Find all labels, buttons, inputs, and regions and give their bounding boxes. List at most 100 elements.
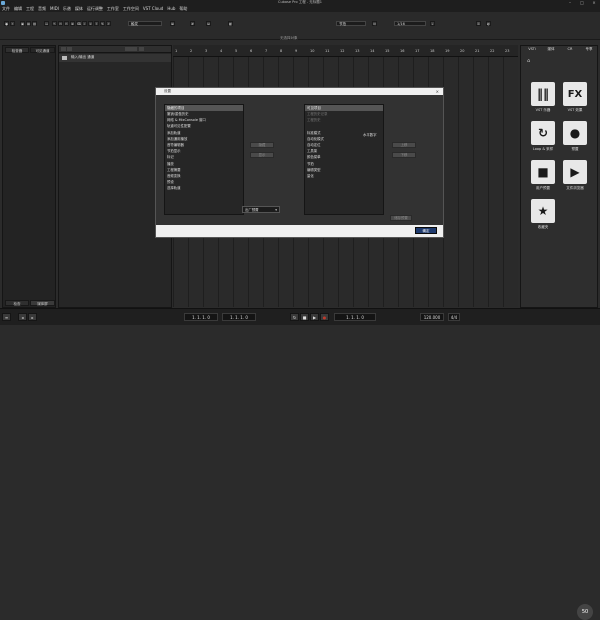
toggle-inspector-icon[interactable]: ▣ <box>20 21 25 26</box>
quantize-icon[interactable]: Q <box>372 21 377 26</box>
quantize-select[interactable]: 1/16 <box>394 21 426 26</box>
menu-item[interactable]: 媒体 <box>75 6 83 12</box>
menu-item[interactable]: VST Cloud <box>143 6 163 11</box>
show-button[interactable]: 隐藏 <box>250 142 274 148</box>
preset-icon[interactable]: ● <box>563 121 587 145</box>
track-filter-icon[interactable] <box>67 47 72 51</box>
visible-items-list[interactable]: 可见项目 工程历史记录 工程历史 标准模式 自动化模式 自动定位 工具架 颜色菜单 节拍 编辑类… <box>304 104 384 215</box>
save-preset-button[interactable]: 储存预置 <box>390 215 412 221</box>
mode-select[interactable]: 触发 <box>128 21 162 26</box>
tempo-display[interactable]: 120.000 <box>420 313 444 321</box>
star-icon[interactable]: ★ <box>531 199 555 223</box>
ok-button[interactable]: 确定 <box>415 227 437 234</box>
hidden-items-list[interactable]: 隐藏的项目 撤销/重做历史 网络 & MixConsole 窗口 轨道可见性配置 添加… <box>164 104 244 215</box>
menu-item[interactable]: 工程 <box>26 6 34 12</box>
glue-tool-icon[interactable]: ⊕ <box>70 21 75 26</box>
menu-item[interactable]: 乐谱 <box>63 6 71 12</box>
stop-icon[interactable]: ■ <box>300 313 309 321</box>
play-icon[interactable]: ▶ <box>310 313 319 321</box>
grid-line <box>473 57 474 307</box>
erase-tool-icon[interactable]: ⌫ <box>76 21 81 26</box>
menu-item[interactable]: 文件 <box>2 6 10 12</box>
preset-select[interactable]: 出厂预置 ▾ <box>242 206 280 213</box>
position-display[interactable]: 1. 1. 1. 0 <box>334 313 376 321</box>
ruler-mark: 22 <box>490 49 495 53</box>
menu-item[interactable]: 运行调整 <box>87 6 103 12</box>
select-tool-icon[interactable]: ↖ <box>52 21 57 26</box>
signature-display[interactable]: 4/4 <box>448 313 460 321</box>
tab-inspector[interactable]: 检查器 <box>5 47 29 53</box>
snap-icon[interactable]: ⊞ <box>170 21 175 26</box>
menu-item[interactable]: MIDI <box>50 6 59 11</box>
home-icon[interactable]: ⌂ <box>527 58 530 64</box>
move-down-button[interactable]: 下移 <box>392 152 416 158</box>
toggle-right-zone-icon[interactable]: ▥ <box>32 21 37 26</box>
split-tool-icon[interactable]: ✂ <box>64 21 69 26</box>
ruler-mark: 5 <box>235 49 238 53</box>
tab-bottom-left[interactable]: 检查 <box>5 300 29 306</box>
color-icon[interactable]: ◧ <box>228 21 233 26</box>
range-tool-icon[interactable]: ▭ <box>58 21 63 26</box>
cycle-icon[interactable]: ↻ <box>290 313 299 321</box>
media-item-label: VST 乐器 <box>535 108 551 112</box>
metronome-icon[interactable]: ♩ <box>430 21 435 26</box>
move-up-button[interactable]: 上移 <box>392 142 416 148</box>
grid-icon[interactable]: # <box>190 21 195 26</box>
ruler-mark: 12 <box>340 49 345 53</box>
ruler-mark: 8 <box>280 49 283 53</box>
tab-media-3[interactable]: 专享 <box>580 46 598 53</box>
tab-bottom-right[interactable]: 媒体屏 <box>30 300 55 306</box>
menu-item[interactable]: 帮助 <box>179 6 187 12</box>
tab-media-2[interactable]: CR <box>561 46 579 53</box>
zoom-tool-icon[interactable]: ⌕ <box>82 21 87 26</box>
record-icon[interactable]: ● <box>320 313 329 321</box>
piano-icon[interactable]: ‖‖ <box>531 82 555 106</box>
left-locator[interactable]: 1. 1. 1. 0 <box>184 313 218 321</box>
list-item[interactable]: 选择轨道 <box>165 185 243 191</box>
toggle-lower-zone-icon[interactable]: ▤ <box>26 21 31 26</box>
menu-item[interactable]: Hub <box>167 6 175 11</box>
menu-item[interactable]: 编辑 <box>14 6 22 12</box>
mute-tool-icon[interactable]: × <box>88 21 93 26</box>
chevron-down-icon: ▾ <box>275 208 277 212</box>
timeline-ruler[interactable]: 1 2 3 4 5 6 7 8 9 10 11 12 13 14 15 16 17 18 19 20 21 22 23 <box>173 45 518 57</box>
add-track-icon[interactable] <box>61 47 66 51</box>
tab-media-0[interactable]: VSTi <box>523 46 541 53</box>
menu-item[interactable]: 音频 <box>38 6 46 12</box>
menu-item[interactable]: 工作空间 <box>123 6 139 12</box>
transport-menu-icon[interactable]: ≡ <box>2 313 11 321</box>
loop-icon[interactable]: ↻ <box>531 121 555 145</box>
punch-in-icon[interactable]: ◂ <box>18 313 27 321</box>
grid-type-select[interactable]: 节拍 <box>336 21 366 26</box>
lock-icon[interactable]: ⚿ <box>476 21 481 26</box>
file-browser-icon[interactable]: ▶ <box>563 160 587 184</box>
menu-bar: 文件 编辑 工程 音频 MIDI 乐谱 媒体 运行调整 工作室 工作空间 VST Cloud Hub 帮… <box>0 5 600 12</box>
draw-tool-icon[interactable]: ✎ <box>100 21 105 26</box>
ruler-mark: 14 <box>370 49 375 53</box>
track-view-icon[interactable] <box>139 47 144 51</box>
settings-dialog: 设置 × 隐藏的项目 撤销/重做历史 网络 & MixConsole 窗口 轨道可见… <box>155 87 444 238</box>
play-tool-icon[interactable]: ♪ <box>106 21 111 26</box>
fx-icon[interactable]: FX <box>563 82 587 106</box>
ruler-mark: 23 <box>505 49 510 53</box>
snap-zero-icon[interactable]: ⊟ <box>206 21 211 26</box>
auto-scroll-icon[interactable]: ↔ <box>44 21 49 26</box>
activate-project-icon[interactable]: ● <box>4 21 9 26</box>
right-locator[interactable]: 1. 1. 1. 0 <box>222 313 256 321</box>
punch-out-icon[interactable]: ▸ <box>28 313 37 321</box>
media-panel: VSTi 媒体 CR 专享 ⌂ ‖‖ VST 乐器 FX VST 效果 ↻ Loop & 采样 ●… <box>520 45 598 308</box>
track-search-icon[interactable] <box>125 47 137 51</box>
ruler-mark: 17 <box>415 49 420 53</box>
constrain-icon[interactable]: ! <box>10 21 15 26</box>
time-warp-icon[interactable]: ⌇ <box>94 21 99 26</box>
list-item[interactable]: 量化 <box>305 173 383 179</box>
tab-visibility[interactable]: 可见通道 <box>30 47 55 53</box>
folder-track-row[interactable]: 输入/输出 通道 <box>59 54 171 62</box>
dialog-close-icon[interactable]: × <box>436 88 439 95</box>
user-preset-icon[interactable]: ■ <box>531 160 555 184</box>
menu-item[interactable]: 工作室 <box>107 6 119 12</box>
hide-button[interactable]: 显示 <box>250 152 274 158</box>
tab-media-1[interactable]: 媒体 <box>542 46 560 53</box>
ruler-mark: 18 <box>430 49 435 53</box>
color-pick-icon[interactable]: ◐ <box>486 21 491 26</box>
